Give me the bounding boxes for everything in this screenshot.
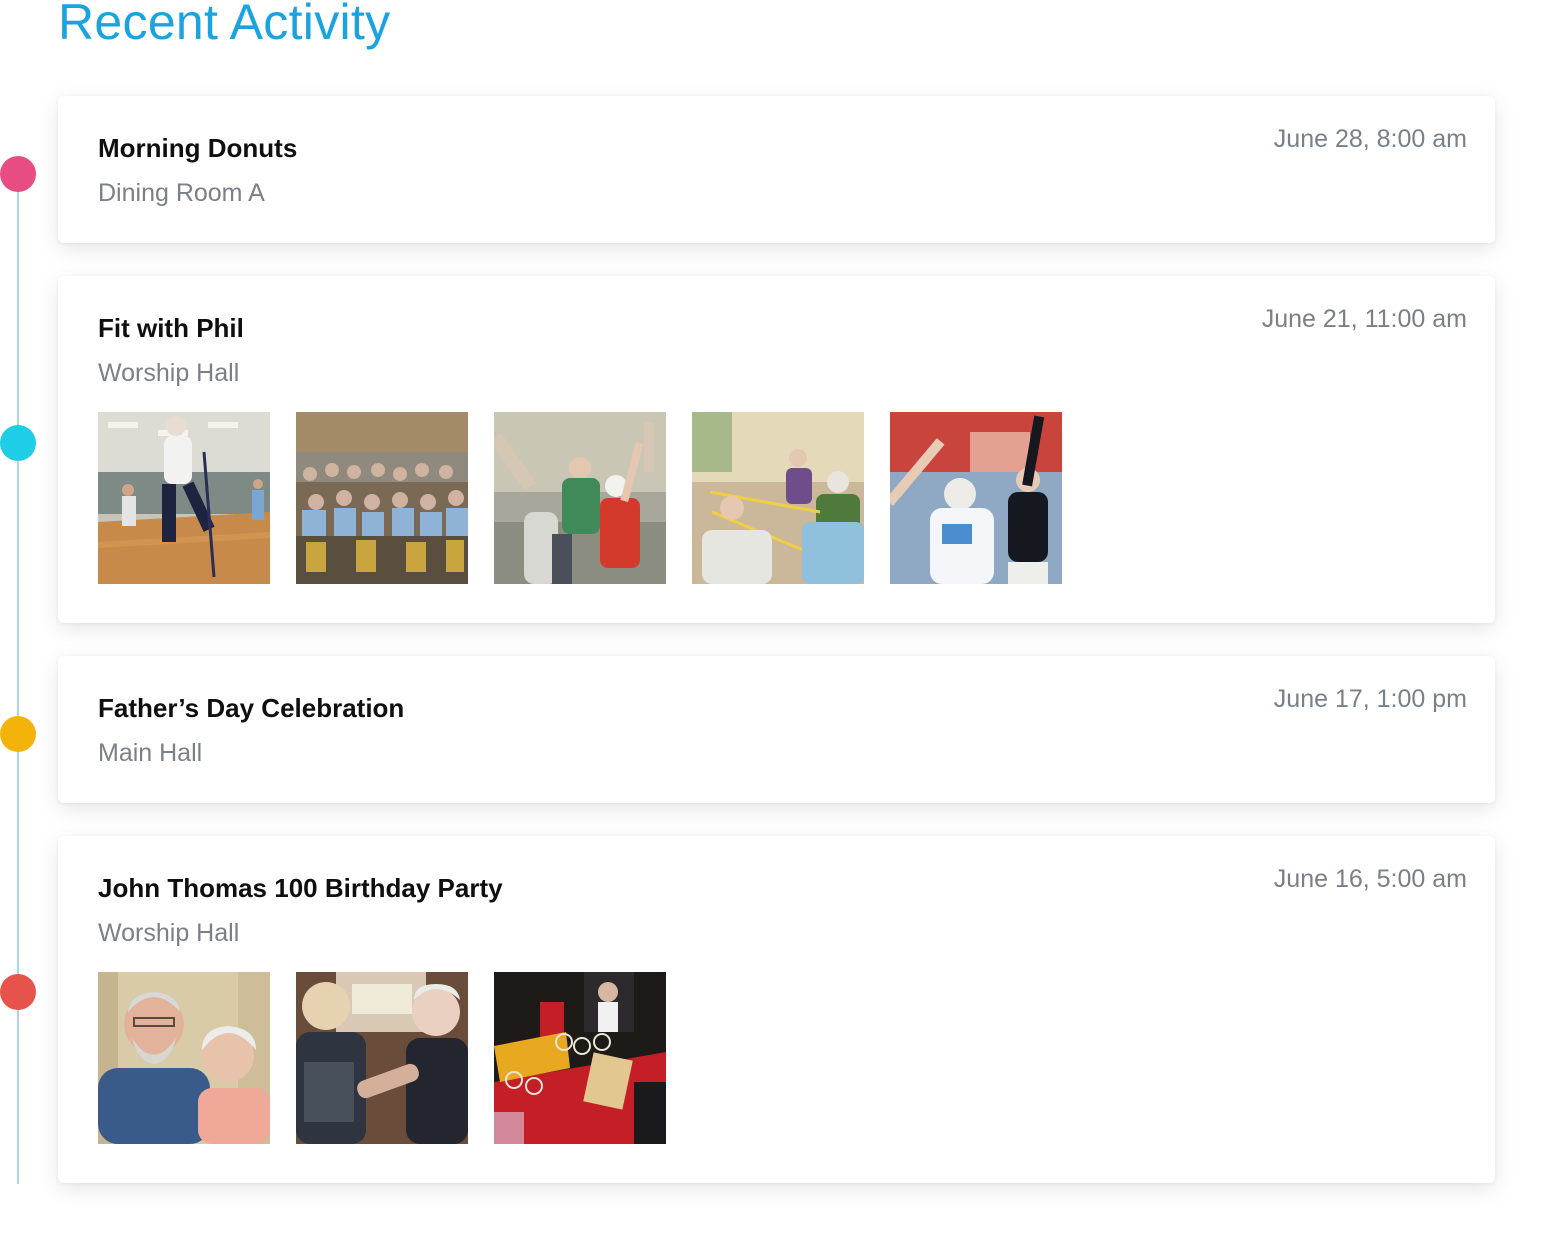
activity-date: June 16, 5:00 am <box>1273 865 1467 893</box>
activity-photo[interactable] <box>890 412 1062 584</box>
timeline-dot-morning-donuts <box>0 156 36 192</box>
activity-photo[interactable] <box>494 412 666 584</box>
activity-date: June 28, 8:00 am <box>1273 125 1467 153</box>
activity-title[interactable]: Morning Donuts <box>98 131 297 165</box>
activity-location: Main Hall <box>98 739 203 767</box>
activity-title[interactable]: John Thomas 100 Birthday Party <box>98 871 503 905</box>
photo-gallery <box>98 412 1062 584</box>
timeline-dot-fit-with-phil <box>0 425 36 461</box>
activity-photo[interactable] <box>296 412 468 584</box>
activity-title[interactable]: Father’s Day Celebration <box>98 691 404 725</box>
activity-photo[interactable] <box>98 972 270 1144</box>
activity-card-fit-with-phil[interactable]: Fit with Phil Worship Hall June 21, 11:0… <box>58 276 1495 623</box>
timeline-line <box>17 174 19 1184</box>
activity-photo[interactable] <box>494 972 666 1144</box>
activity-card-fathers-day[interactable]: Father’s Day Celebration Main Hall June … <box>58 656 1495 803</box>
photo-gallery <box>98 972 666 1144</box>
activity-location: Worship Hall <box>98 359 240 387</box>
timeline-dot-fathers-day <box>0 716 36 752</box>
activity-date: June 17, 1:00 pm <box>1273 685 1467 713</box>
activity-location: Dining Room A <box>98 179 265 207</box>
activity-location: Worship Hall <box>98 919 240 947</box>
activity-photo[interactable] <box>296 972 468 1144</box>
page-title: Recent Activity <box>58 0 391 50</box>
timeline-dot-birthday-party <box>0 974 36 1010</box>
activity-card-birthday-party[interactable]: John Thomas 100 Birthday Party Worship H… <box>58 836 1495 1183</box>
activity-title[interactable]: Fit with Phil <box>98 311 244 345</box>
activity-photo[interactable] <box>692 412 864 584</box>
activity-photo[interactable] <box>98 412 270 584</box>
activity-card-morning-donuts[interactable]: Morning Donuts Dining Room A June 28, 8:… <box>58 96 1495 243</box>
activity-date: June 21, 11:00 am <box>1261 305 1467 333</box>
